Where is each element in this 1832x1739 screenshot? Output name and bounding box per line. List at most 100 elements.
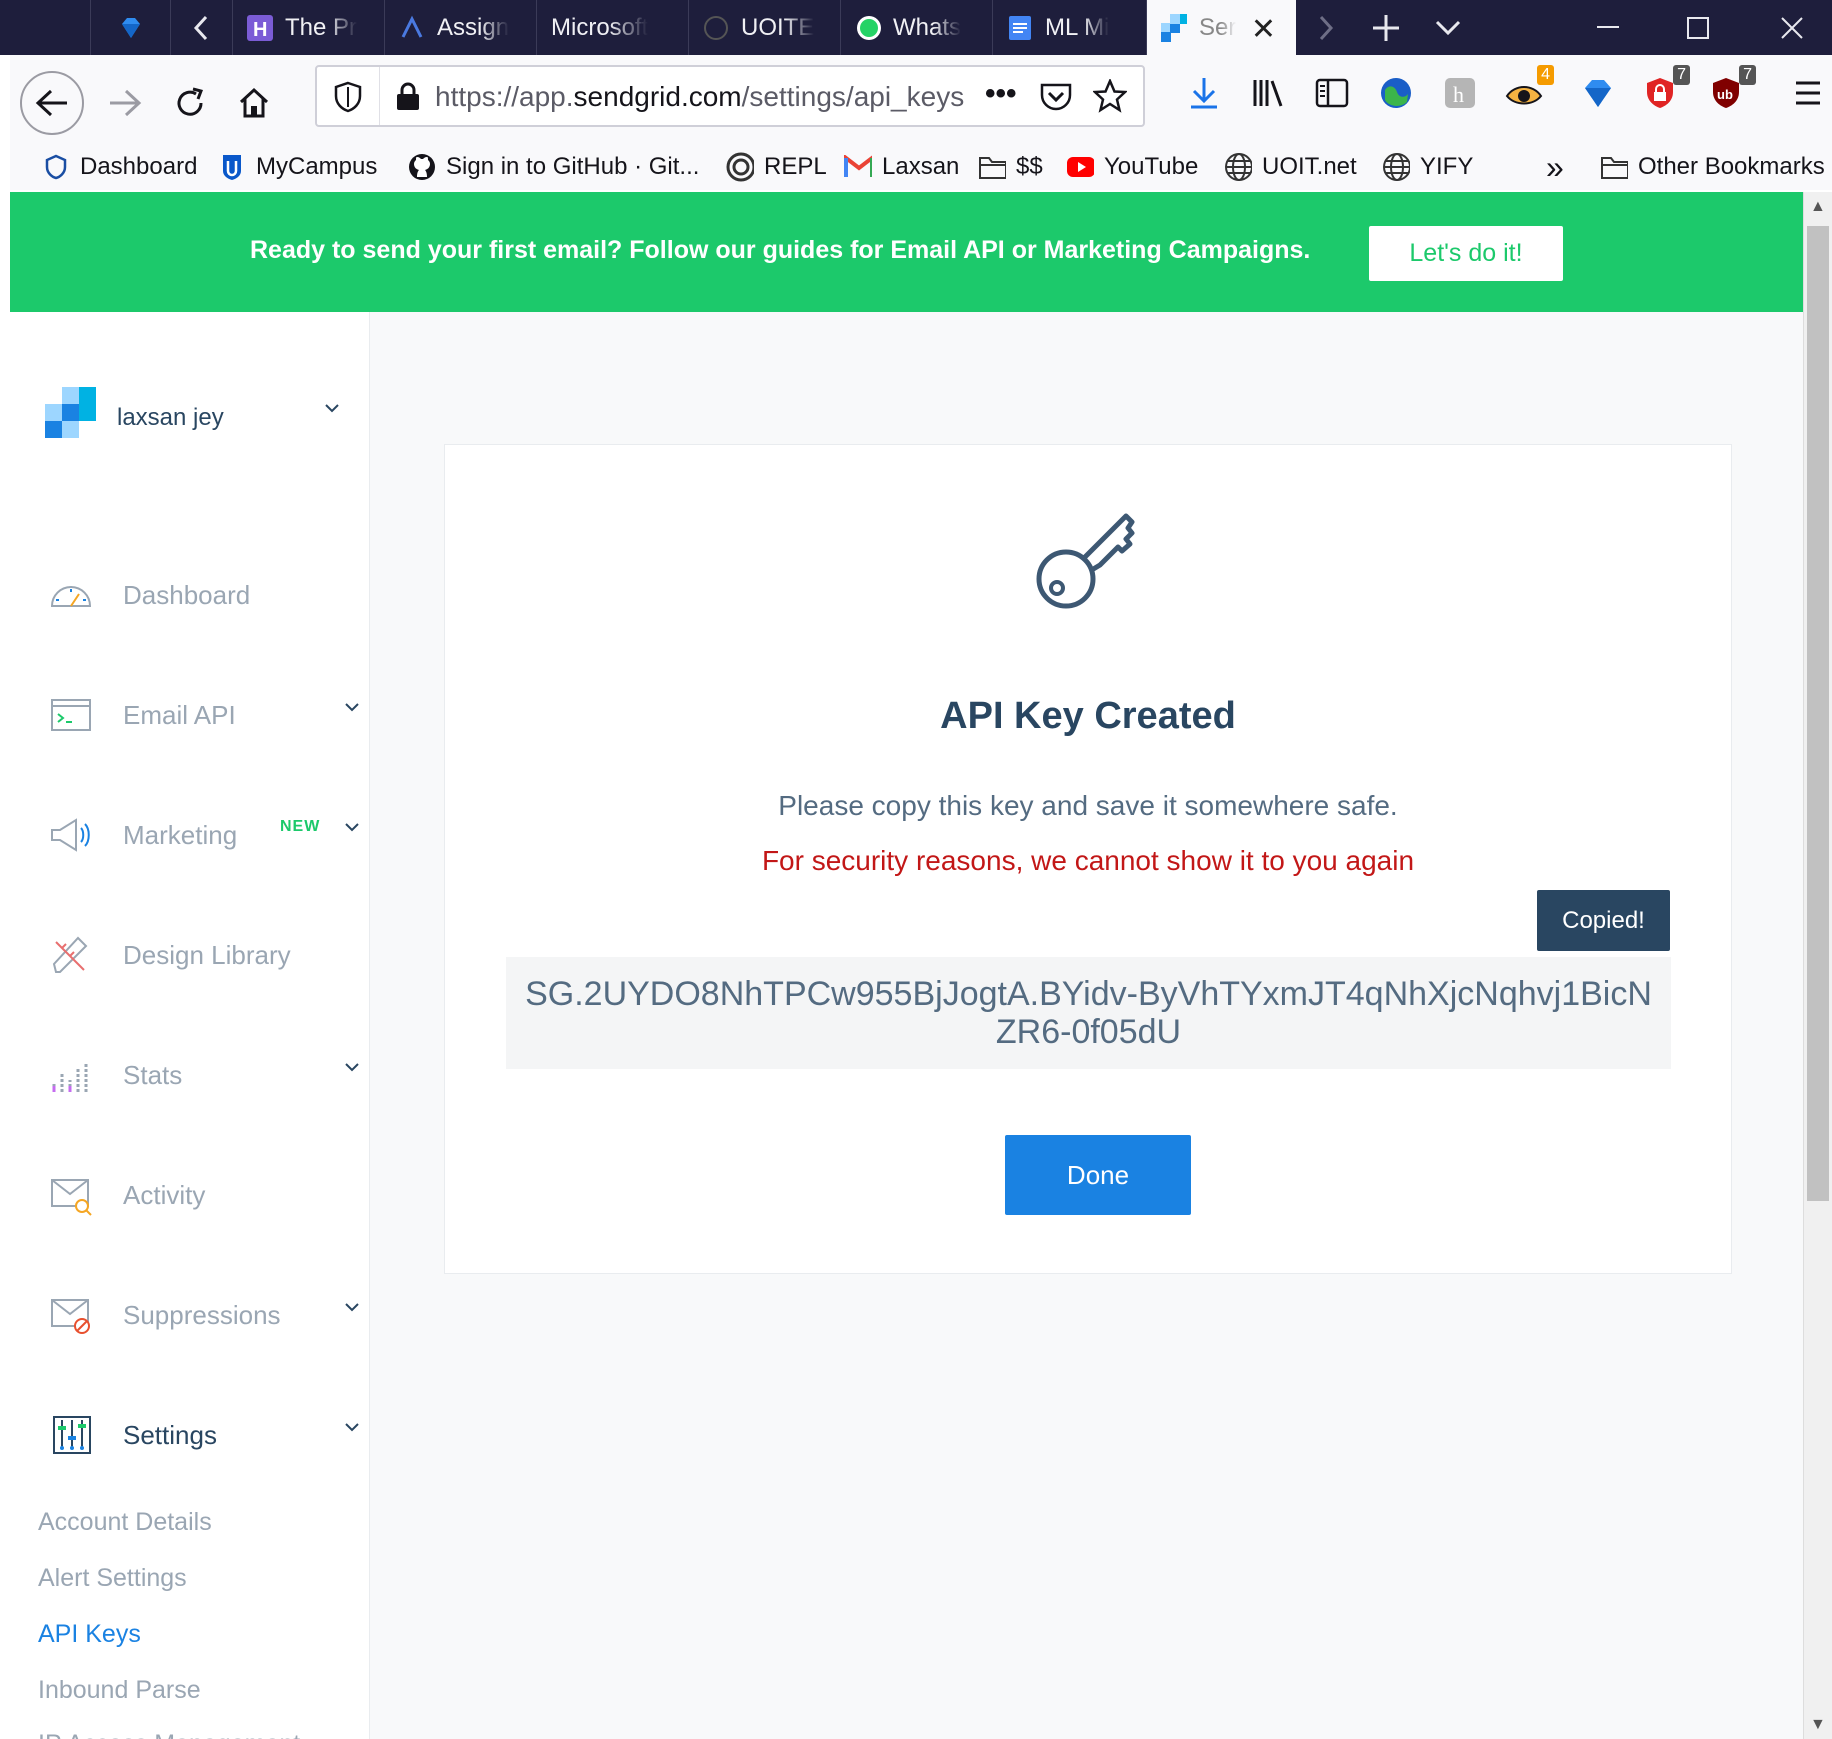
scroll-tabs-left-button[interactable] <box>170 0 230 55</box>
sidebar-toggle-button[interactable] <box>1310 71 1354 115</box>
other-bookmarks-folder[interactable]: Other Bookmarks <box>1600 147 1825 187</box>
h-extension-icon: h <box>1445 78 1475 108</box>
subnav-inbound-parse[interactable]: Inbound Parse <box>38 1676 201 1705</box>
nav-suppressions[interactable]: Suppressions <box>48 1290 359 1340</box>
sidebar: laxsan jey Dashboard Email API Marketing… <box>10 312 370 1739</box>
bookmark-yify[interactable]: YIFY <box>1382 147 1473 187</box>
plus-icon <box>1373 14 1399 41</box>
home-button[interactable] <box>224 73 284 133</box>
banner-text: Ready to send your first email? Follow o… <box>250 236 1311 264</box>
subnav-account-details[interactable]: Account Details <box>38 1508 212 1537</box>
bookmark-laxsan[interactable]: Laxsan <box>844 147 959 187</box>
globe-extension-button[interactable] <box>1374 71 1418 115</box>
nav-dashboard[interactable]: Dashboard <box>48 570 358 620</box>
ublock-button[interactable]: ub 7 <box>1704 65 1756 115</box>
page-actions-icon[interactable]: ••• <box>985 77 1017 111</box>
chevron-left-icon <box>193 15 207 40</box>
tab-sendgrid[interactable]: Ser ✕ <box>1146 0 1296 55</box>
bookmark-label: YouTube <box>1104 153 1199 180</box>
globe-icon <box>1224 153 1252 181</box>
nav-marketing[interactable]: Marketing NEW <box>48 810 359 860</box>
bookmark-dashboard[interactable]: Dashboard <box>42 147 197 187</box>
api-key-value[interactable]: SG.2UYDO8NhTPCw955BjJogtA.BYidv-ByVhTYxm… <box>506 957 1671 1069</box>
h-extension-button[interactable]: h <box>1438 71 1482 115</box>
bookmark-mycampus[interactable]: MyCampus <box>218 147 377 187</box>
account-name[interactable]: laxsan jey <box>117 404 224 432</box>
nav-design-library[interactable]: Design Library <box>48 930 358 980</box>
subnav-alert-settings[interactable]: Alert Settings <box>38 1564 187 1593</box>
bookmark-repl[interactable]: REPL <box>726 147 827 187</box>
nav-email-api[interactable]: Email API <box>48 690 359 740</box>
nav-stats[interactable]: Stats <box>48 1050 359 1100</box>
bookmark-label: $$ <box>1016 153 1043 180</box>
pinned-tab[interactable] <box>90 0 170 55</box>
minimize-button[interactable] <box>1578 0 1638 55</box>
tab-uoite[interactable]: UOITE <box>688 0 840 55</box>
bookmark-star-icon[interactable] <box>1091 77 1129 118</box>
bookmark-folder-money[interactable]: $$ <box>978 147 1043 187</box>
tab-microsoft[interactable]: Microsoft <box>536 0 688 55</box>
gmail-icon <box>844 153 872 181</box>
nav-settings[interactable]: Settings <box>48 1410 359 1460</box>
downloads-button[interactable] <box>1182 71 1226 115</box>
scroll-tabs-right-button[interactable] <box>1296 0 1356 55</box>
maximize-button[interactable] <box>1668 0 1728 55</box>
chevron-down-icon[interactable] <box>324 400 340 418</box>
sendgrid-logo-icon <box>45 387 96 438</box>
account-switcher[interactable] <box>45 387 97 439</box>
bookmarks-overflow-button[interactable]: » <box>1546 147 1564 187</box>
tab-assign[interactable]: Assign <box>384 0 536 55</box>
chevron-down-icon <box>1435 20 1461 35</box>
pocket-icon[interactable] <box>1039 81 1073 118</box>
svg-text:ub: ub <box>1717 87 1733 102</box>
bookmark-uoit[interactable]: UOIT.net <box>1224 147 1357 187</box>
close-icon[interactable]: ✕ <box>1251 12 1276 47</box>
page-scrollbar[interactable]: ▲ ▼ <box>1803 192 1832 1739</box>
megaphone-icon <box>51 818 90 852</box>
mail-blocked-icon <box>51 1299 90 1334</box>
shield-lock-icon <box>1647 78 1673 108</box>
github-icon <box>408 153 436 181</box>
diamond-extension-button[interactable] <box>1576 71 1620 115</box>
lock-icon[interactable] <box>395 81 421 116</box>
download-icon <box>1191 78 1217 109</box>
tab-label: The Pr <box>285 13 358 41</box>
chevron-down-icon <box>345 1303 359 1312</box>
scroll-down-icon[interactable]: ▼ <box>1810 1716 1826 1734</box>
privacy-extension-button[interactable]: 7 <box>1638 65 1690 115</box>
nav-label: Suppressions <box>123 1300 281 1330</box>
library-icon <box>1253 80 1283 107</box>
tab-label: ML Mi <box>1045 13 1110 41</box>
tab-ml-mi[interactable]: ML Mi <box>992 0 1144 55</box>
menu-button[interactable] <box>1786 71 1830 115</box>
tab-the-pr[interactable]: H The Pr <box>232 0 384 55</box>
url-text[interactable]: https://app.sendgrid.com/settings/api_ke… <box>435 81 964 113</box>
reload-button[interactable] <box>160 73 220 133</box>
forward-button[interactable] <box>95 73 155 133</box>
new-tab-button[interactable] <box>1356 0 1416 55</box>
nav-label: Activity <box>123 1180 206 1210</box>
scroll-up-icon[interactable]: ▲ <box>1810 198 1826 216</box>
nav-activity[interactable]: Activity <box>48 1170 358 1220</box>
tab-label: Assign <box>437 13 510 41</box>
library-button[interactable] <box>1246 71 1290 115</box>
tab-whatsapp[interactable]: Whats <box>840 0 992 55</box>
bookmark-github[interactable]: Sign in to GitHub · Git... <box>408 147 699 187</box>
subnav-ip-access-management[interactable]: IP Access Management <box>38 1730 300 1739</box>
list-all-tabs-button[interactable] <box>1418 0 1478 55</box>
lets-do-it-button[interactable]: Let's do it! <box>1369 226 1563 281</box>
done-button[interactable]: Done <box>1005 1135 1191 1215</box>
scrollbar-thumb[interactable] <box>1807 226 1829 1201</box>
back-button[interactable] <box>20 71 84 135</box>
bookmark-youtube[interactable]: YouTube <box>1066 147 1198 187</box>
folder-icon <box>1600 153 1628 181</box>
tab-bar: H The Pr Assign Microsoft UOITE Whats ML… <box>0 0 1832 55</box>
subnav-api-keys[interactable]: API Keys <box>38 1620 141 1649</box>
h-icon: H <box>247 14 273 41</box>
eye-extension-button[interactable]: 4 <box>1502 65 1554 115</box>
arrow-left-icon <box>35 89 67 117</box>
shield-icon[interactable] <box>333 81 363 118</box>
url-domain: sendgrid.com <box>573 81 742 112</box>
close-window-button[interactable] <box>1762 0 1822 55</box>
url-bar[interactable]: https://app.sendgrid.com/settings/api_ke… <box>315 65 1145 127</box>
